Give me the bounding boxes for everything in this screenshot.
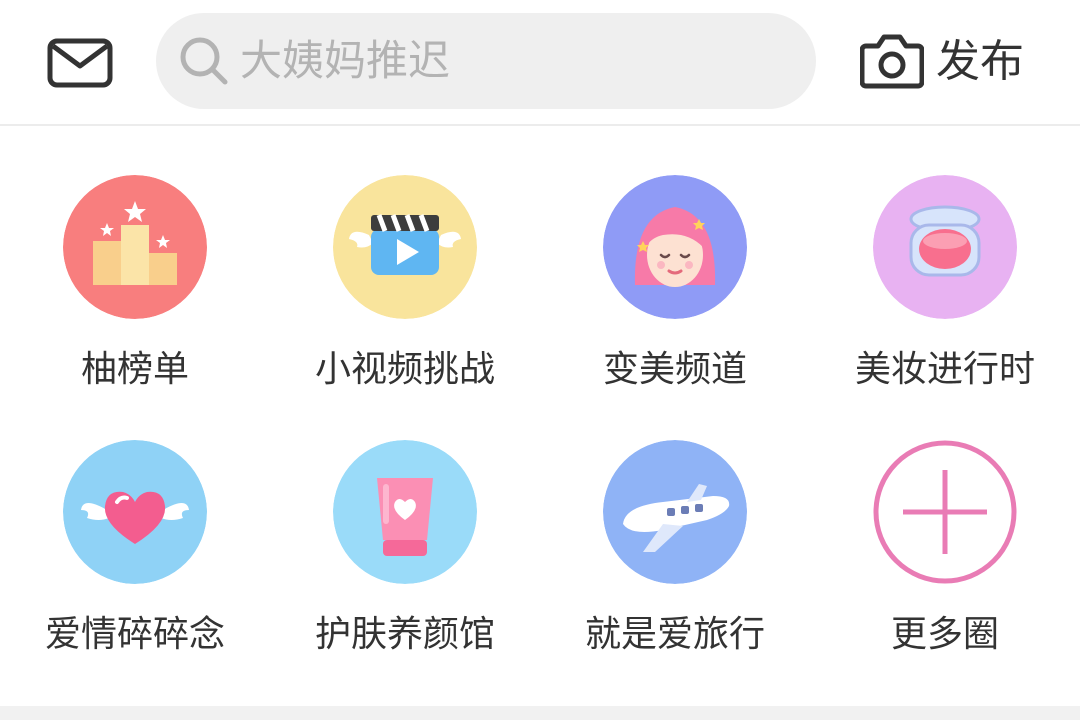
channel-tile-short-video[interactable]: 小视频挑战 [270,128,540,390]
winged-heart-icon [63,440,207,584]
search-bar[interactable]: 大姨妈推迟 [156,13,816,109]
girl-face-icon [603,175,747,319]
search-icon [180,37,228,85]
channel-label: 柚榜单 [80,349,189,390]
channel-label: 爱情碎碎念 [44,614,225,655]
channel-label: 护肤养颜馆 [314,614,495,655]
blush-compact-icon [873,175,1017,319]
channel-label: 小视频挑战 [314,349,495,390]
section-divider [0,706,1080,720]
channel-label: 变美频道 [602,349,747,390]
channel-tile-more[interactable]: 更多圈 [810,393,1080,655]
channel-tile-love-talk[interactable]: 爱情碎碎念 [0,393,270,655]
channel-label: 美妆进行时 [854,349,1035,390]
mail-icon[interactable] [46,36,114,90]
publish-button[interactable]: 发布 [860,26,1040,98]
channel-label: 就是爱旅行 [584,614,765,655]
channel-label: 更多圈 [890,614,999,655]
video-clapper-icon [333,175,477,319]
plus-icon [873,440,1017,584]
publish-label: 发布 [936,36,1024,87]
channel-tile-travel[interactable]: 就是爱旅行 [540,393,810,655]
channel-tile-ranking[interactable]: 柚榜单 [0,128,270,390]
channel-tile-makeup[interactable]: 美妆进行时 [810,128,1080,390]
channel-grid: 柚榜单 小视频挑战 变美频道 美妆进行时 爱情碎碎念 护肤养颜馆 就是爱旅行 更… [0,128,1080,706]
skincare-tube-icon [333,440,477,584]
top-bar: 大姨妈推迟 发布 [0,0,1080,126]
channel-tile-beauty[interactable]: 变美频道 [540,128,810,390]
podium-icon [63,175,207,319]
camera-icon [860,34,924,89]
search-placeholder: 大姨妈推迟 [240,36,451,85]
airplane-icon [603,440,747,584]
channel-tile-skincare[interactable]: 护肤养颜馆 [270,393,540,655]
